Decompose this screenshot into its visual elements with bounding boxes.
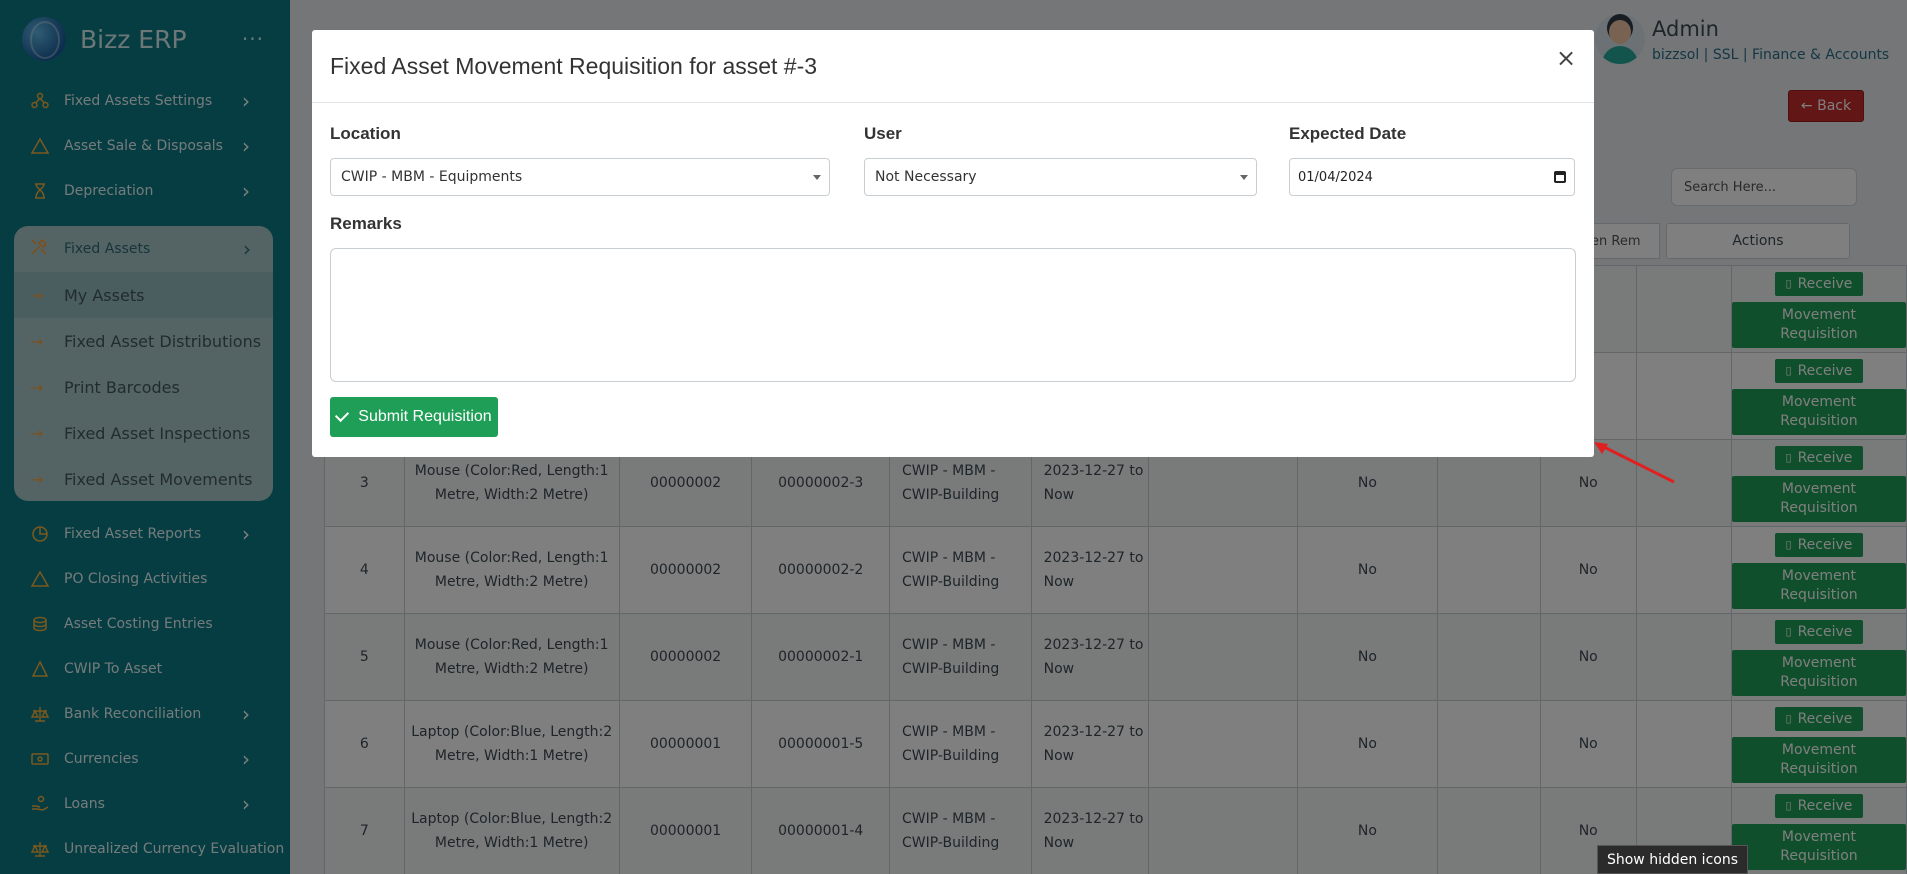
user-select-value: Not Necessary [875,169,977,185]
movement-requisition-modal: Fixed Asset Movement Requisition for ass… [312,30,1594,457]
location-label: Location [330,124,401,143]
location-select[interactable]: CWIP - MBM - Equipments [330,158,830,196]
expected-date-input[interactable]: 01/04/2024 [1289,158,1575,196]
modal-title: Fixed Asset Movement Requisition for ass… [330,52,818,79]
caret-down-icon [1240,175,1248,180]
check-icon [335,407,350,423]
expected-date-value: 01/04/2024 [1298,169,1373,185]
submit-requisition-button[interactable]: Submit Requisition [330,397,498,437]
annotation-arrow-icon [1594,442,1675,484]
submit-requisition-label: Submit Requisition [358,408,492,425]
close-icon[interactable]: × [1554,46,1578,70]
remarks-label: Remarks [330,214,402,233]
remarks-textarea[interactable] [330,248,1576,382]
expected-date-label: Expected Date [1289,124,1407,143]
calendar-icon[interactable] [1554,171,1566,183]
user-label: User [864,124,902,143]
user-select[interactable]: Not Necessary [864,158,1257,196]
show-hidden-icons-tooltip: Show hidden icons [1597,845,1748,874]
caret-down-icon [813,175,821,180]
location-select-value: CWIP - MBM - Equipments [341,169,523,185]
modal-header: Fixed Asset Movement Requisition for ass… [312,30,1594,103]
